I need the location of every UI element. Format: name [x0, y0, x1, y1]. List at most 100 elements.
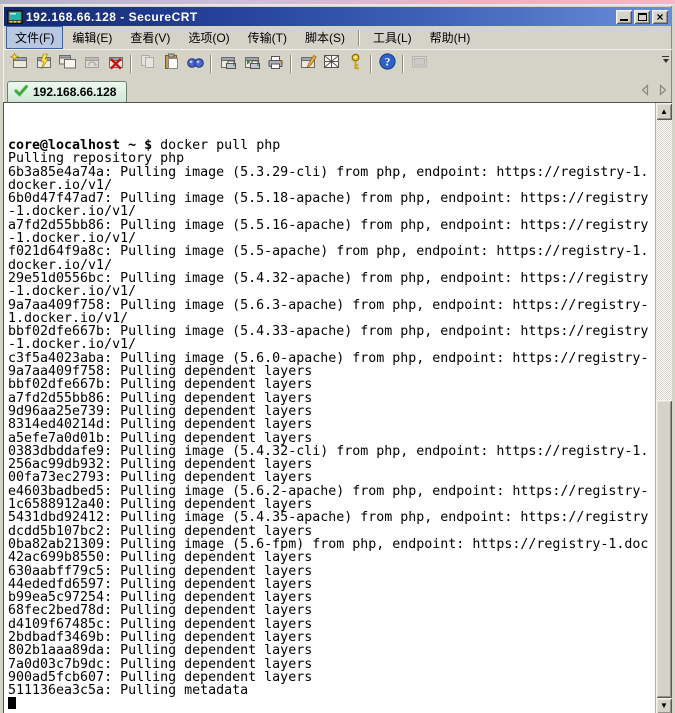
terminal-line: 29e51d0556bc: Pulling image (5.4.32-apac… — [8, 272, 655, 285]
session-tab-label: 192.168.66.128 — [33, 85, 116, 99]
menu-bar: 文件(F)编辑(E)查看(V)选项(O)传输(T)脚本(S) 工具(L)帮助(H) — [3, 26, 672, 49]
help-button[interactable]: ? — [375, 53, 399, 75]
connected-check-icon — [14, 85, 28, 100]
terminal-cursor — [8, 697, 16, 709]
connect-in-tab-button[interactable] — [55, 53, 79, 75]
terminal-line: b99ea5c97254: Pulling dependent layers — [8, 591, 655, 604]
minimize-button[interactable] — [616, 10, 632, 24]
securecrt-window: 192.168.66.128 - SecureCRT × 文件(F)编辑(E)查… — [0, 0, 675, 713]
tab-scroll-left-button[interactable] — [640, 83, 650, 101]
menu-item-edit[interactable]: 编辑(E) — [63, 26, 121, 49]
terminal-line: docker.io/v1/ — [8, 259, 655, 272]
terminal-line: 44ededfd6597: Pulling dependent layers — [8, 578, 655, 591]
scroll-up-button[interactable]: ▲ — [656, 103, 672, 120]
scrollbar-thumb[interactable] — [656, 400, 672, 698]
svg-text:?: ? — [384, 56, 390, 68]
terminal-line: core@localhost ~ $ docker pull php — [8, 139, 655, 152]
terminal-line: bbf02dfe667b: Pulling image (5.4.33-apac… — [8, 325, 655, 338]
terminal-line: f021d64f9a8c: Pulling image (5.5-apache)… — [8, 245, 655, 258]
menu-separator — [358, 30, 360, 46]
terminal-line: 6b3a85e4a74a: Pulling image (5.3.29-cli)… — [8, 166, 655, 179]
properties-button[interactable] — [295, 53, 319, 75]
vertical-scrollbar[interactable]: ▲ ▼ — [655, 103, 672, 713]
terminal-line: 1c6588912a40: Pulling dependent layers — [8, 498, 655, 511]
terminal-line: bbf02dfe667b: Pulling dependent layers — [8, 378, 655, 391]
terminal-pane[interactable]: core@localhost ~ $ docker pull phpPullin… — [3, 102, 672, 713]
properties-icon — [298, 53, 317, 75]
terminal-line: 256ac99db932: Pulling dependent layers — [8, 458, 655, 471]
reconnect-button — [79, 53, 103, 75]
terminal-line: -1.docker.io/v1/ — [8, 285, 655, 298]
terminal-line: 2bdbadf3469b: Pulling dependent layers — [8, 631, 655, 644]
terminal-line: a5efe7a0d01b: Pulling dependent layers — [8, 432, 655, 445]
toolbar-separator — [370, 55, 372, 73]
menu-item-view[interactable]: 查看(V) — [121, 26, 179, 49]
find-button[interactable] — [183, 53, 207, 75]
toolbar-separator — [210, 55, 212, 73]
terminal-line: 00fa73ec2793: Pulling dependent layers — [8, 471, 655, 484]
tab-bar: 192.168.66.128 — [3, 77, 672, 102]
menu-item-script[interactable]: 脚本(S) — [296, 26, 354, 49]
terminal-output: core@localhost ~ $ docker pull phpPullin… — [4, 103, 655, 713]
tab-scroll-right-button[interactable] — [658, 83, 668, 101]
terminal-line: docker.io/v1/ — [8, 179, 655, 192]
terminal-line: -1.docker.io/v1/ — [8, 338, 655, 351]
terminal-line: 802b1aaa89da: Pulling dependent layers — [8, 644, 655, 657]
menu-item-tools[interactable]: 工具(L) — [364, 26, 421, 49]
terminal-line: 7a0d03c7b9dc: Pulling dependent layers — [8, 658, 655, 671]
terminal-line: 9a7aa409f758: Pulling dependent layers — [8, 365, 655, 378]
terminal-line: Pulling repository php — [8, 152, 655, 165]
terminal-line: 68fec2bed78d: Pulling dependent layers — [8, 604, 655, 617]
menu-item-options[interactable]: 选项(O) — [179, 26, 238, 49]
terminal-line: 6b0d47f47ad7: Pulling image (5.5.18-apac… — [8, 192, 655, 205]
session-options-icon — [322, 53, 341, 75]
print-icon — [266, 53, 285, 75]
connect-button[interactable] — [7, 53, 31, 75]
window-title: 192.168.66.128 - SecureCRT — [26, 10, 616, 24]
terminal-line: d4109f67485c: Pulling dependent layers — [8, 618, 655, 631]
disconnect-button[interactable] — [103, 53, 127, 75]
terminal-line: e4603badbed5: Pulling image (5.6.2-apach… — [8, 485, 655, 498]
terminal-line: c3f5a4023aba: Pulling image (5.6.0-apach… — [8, 352, 655, 365]
terminal-line: 0383dbddafe9: Pulling image (5.4.32-cli)… — [8, 445, 655, 458]
maximize-icon — [638, 13, 647, 21]
session-options-button[interactable] — [319, 53, 343, 75]
script-icon — [410, 53, 429, 75]
terminal-line: a7fd2d55bb86: Pulling dependent layers — [8, 392, 655, 405]
print-screen-button[interactable] — [215, 53, 239, 75]
reconnect-icon — [82, 53, 101, 75]
paste-button[interactable] — [159, 53, 183, 75]
close-icon: × — [656, 12, 663, 22]
terminal-line: 42ac699b8550: Pulling dependent layers — [8, 551, 655, 564]
menu-item-transfer[interactable]: 传输(T) — [239, 26, 296, 49]
terminal-line: -1.docker.io/v1/ — [8, 205, 655, 218]
session-tab[interactable]: 192.168.66.128 — [7, 81, 127, 102]
toolbar-overflow-button[interactable] — [661, 56, 670, 63]
toolbar-separator — [130, 55, 132, 73]
terminal-line — [8, 697, 655, 710]
close-button[interactable]: × — [652, 10, 668, 24]
toolbar: ? — [3, 49, 672, 77]
quick-connect-button[interactable] — [31, 53, 55, 75]
terminal-line: -1.docker.io/v1/ — [8, 232, 655, 245]
terminal-line: 9d96aa25e739: Pulling dependent layers — [8, 405, 655, 418]
connect-icon — [10, 53, 29, 75]
scrollbar-track[interactable] — [656, 120, 672, 698]
maximize-button[interactable] — [634, 10, 650, 24]
terminal-line: a7fd2d55bb86: Pulling image (5.5.16-apac… — [8, 219, 655, 232]
disconnect-icon — [106, 53, 125, 75]
copy-button — [135, 53, 159, 75]
menu-item-file[interactable]: 文件(F) — [6, 26, 63, 49]
web-session-button — [407, 53, 431, 75]
quick-connect-icon — [34, 53, 53, 75]
menu-item-help[interactable]: 帮助(H) — [421, 26, 480, 49]
find-icon — [186, 53, 205, 75]
title-bar: 192.168.66.128 - SecureCRT × — [4, 7, 671, 26]
toolbar-separator — [402, 55, 404, 73]
key-agent-button[interactable] — [343, 53, 367, 75]
print-button[interactable] — [263, 53, 287, 75]
key-icon — [346, 53, 365, 75]
help-icon: ? — [378, 53, 397, 75]
print-selection-button[interactable] — [239, 53, 263, 75]
scroll-down-button[interactable]: ▼ — [656, 698, 672, 713]
